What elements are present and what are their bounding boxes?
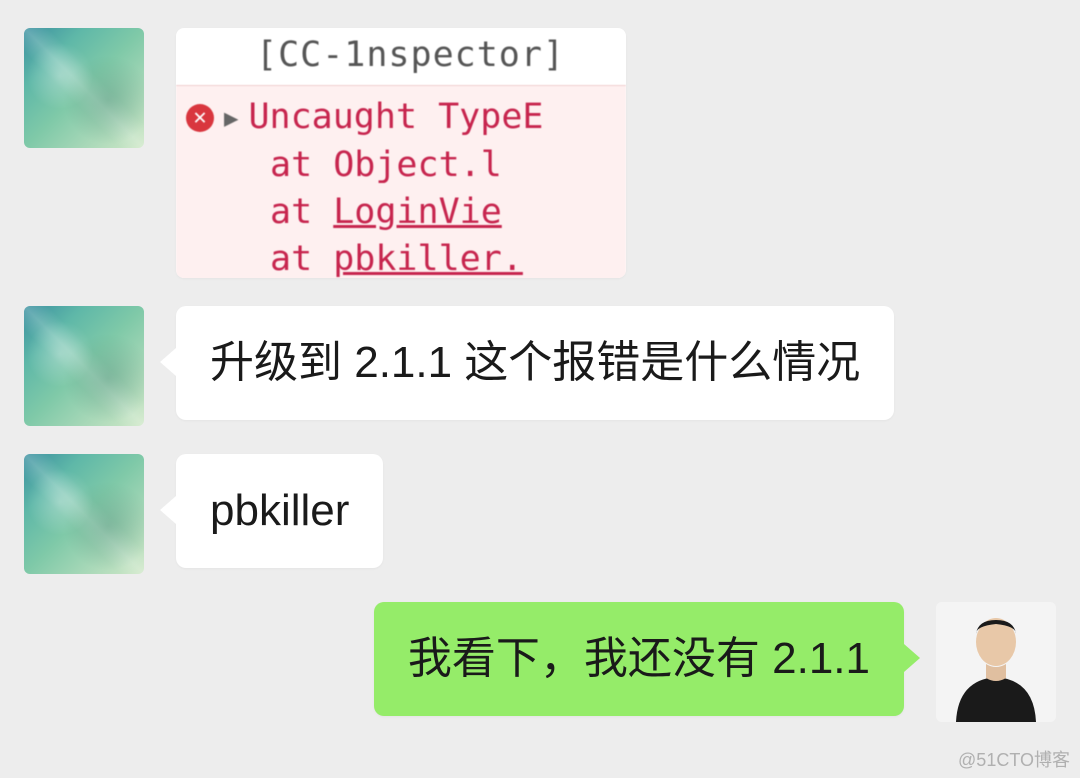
watermark-text: @51CTO博客 (958, 746, 1070, 772)
message-text: 升级到 2.1.1 这个报错是什么情况 (210, 332, 860, 394)
console-error-header: ✕ ▶ Uncaught TypeE (186, 94, 616, 141)
expand-triangle-icon: ▶ (224, 102, 238, 134)
image-attachment[interactable]: [CC-1nspector] ✕ ▶ Uncaught TypeE at Obj… (176, 28, 626, 278)
stack-line-1: at Object.l (186, 142, 616, 189)
message-bubble-2[interactable]: 升级到 2.1.1 这个报错是什么情况 (176, 306, 894, 420)
console-screenshot: [CC-1nspector] ✕ ▶ Uncaught TypeE at Obj… (176, 28, 626, 278)
avatar-other-user[interactable] (24, 306, 144, 426)
message-text: 我看下，我还没有 2.1.1 (408, 628, 870, 690)
message-row-2: 升级到 2.1.1 这个报错是什么情况 (24, 306, 1056, 426)
stack-line-3: at pbkiller. (186, 236, 616, 278)
error-icon: ✕ (186, 104, 214, 132)
message-row-1: [CC-1nspector] ✕ ▶ Uncaught TypeE at Obj… (24, 28, 1056, 278)
message-bubble-3[interactable]: pbkiller (176, 454, 383, 568)
console-error-section: ✕ ▶ Uncaught TypeE at Object.l at LoginV… (176, 85, 626, 278)
message-row-4: 我看下，我还没有 2.1.1 (24, 602, 1056, 722)
error-title-text: Uncaught TypeE (248, 94, 543, 141)
avatar-self-icon (936, 602, 1056, 722)
console-log-line: [CC-1nspector] (176, 32, 626, 79)
stack-line-2: at LoginVie (186, 189, 616, 236)
avatar-other-user[interactable] (24, 454, 144, 574)
message-row-3: pbkiller (24, 454, 1056, 574)
message-text: pbkiller (210, 480, 349, 542)
avatar-self-user[interactable] (936, 602, 1056, 722)
avatar-other-user[interactable] (24, 28, 144, 148)
message-bubble-4[interactable]: 我看下，我还没有 2.1.1 (374, 602, 904, 716)
chat-container: [CC-1nspector] ✕ ▶ Uncaught TypeE at Obj… (0, 0, 1080, 746)
